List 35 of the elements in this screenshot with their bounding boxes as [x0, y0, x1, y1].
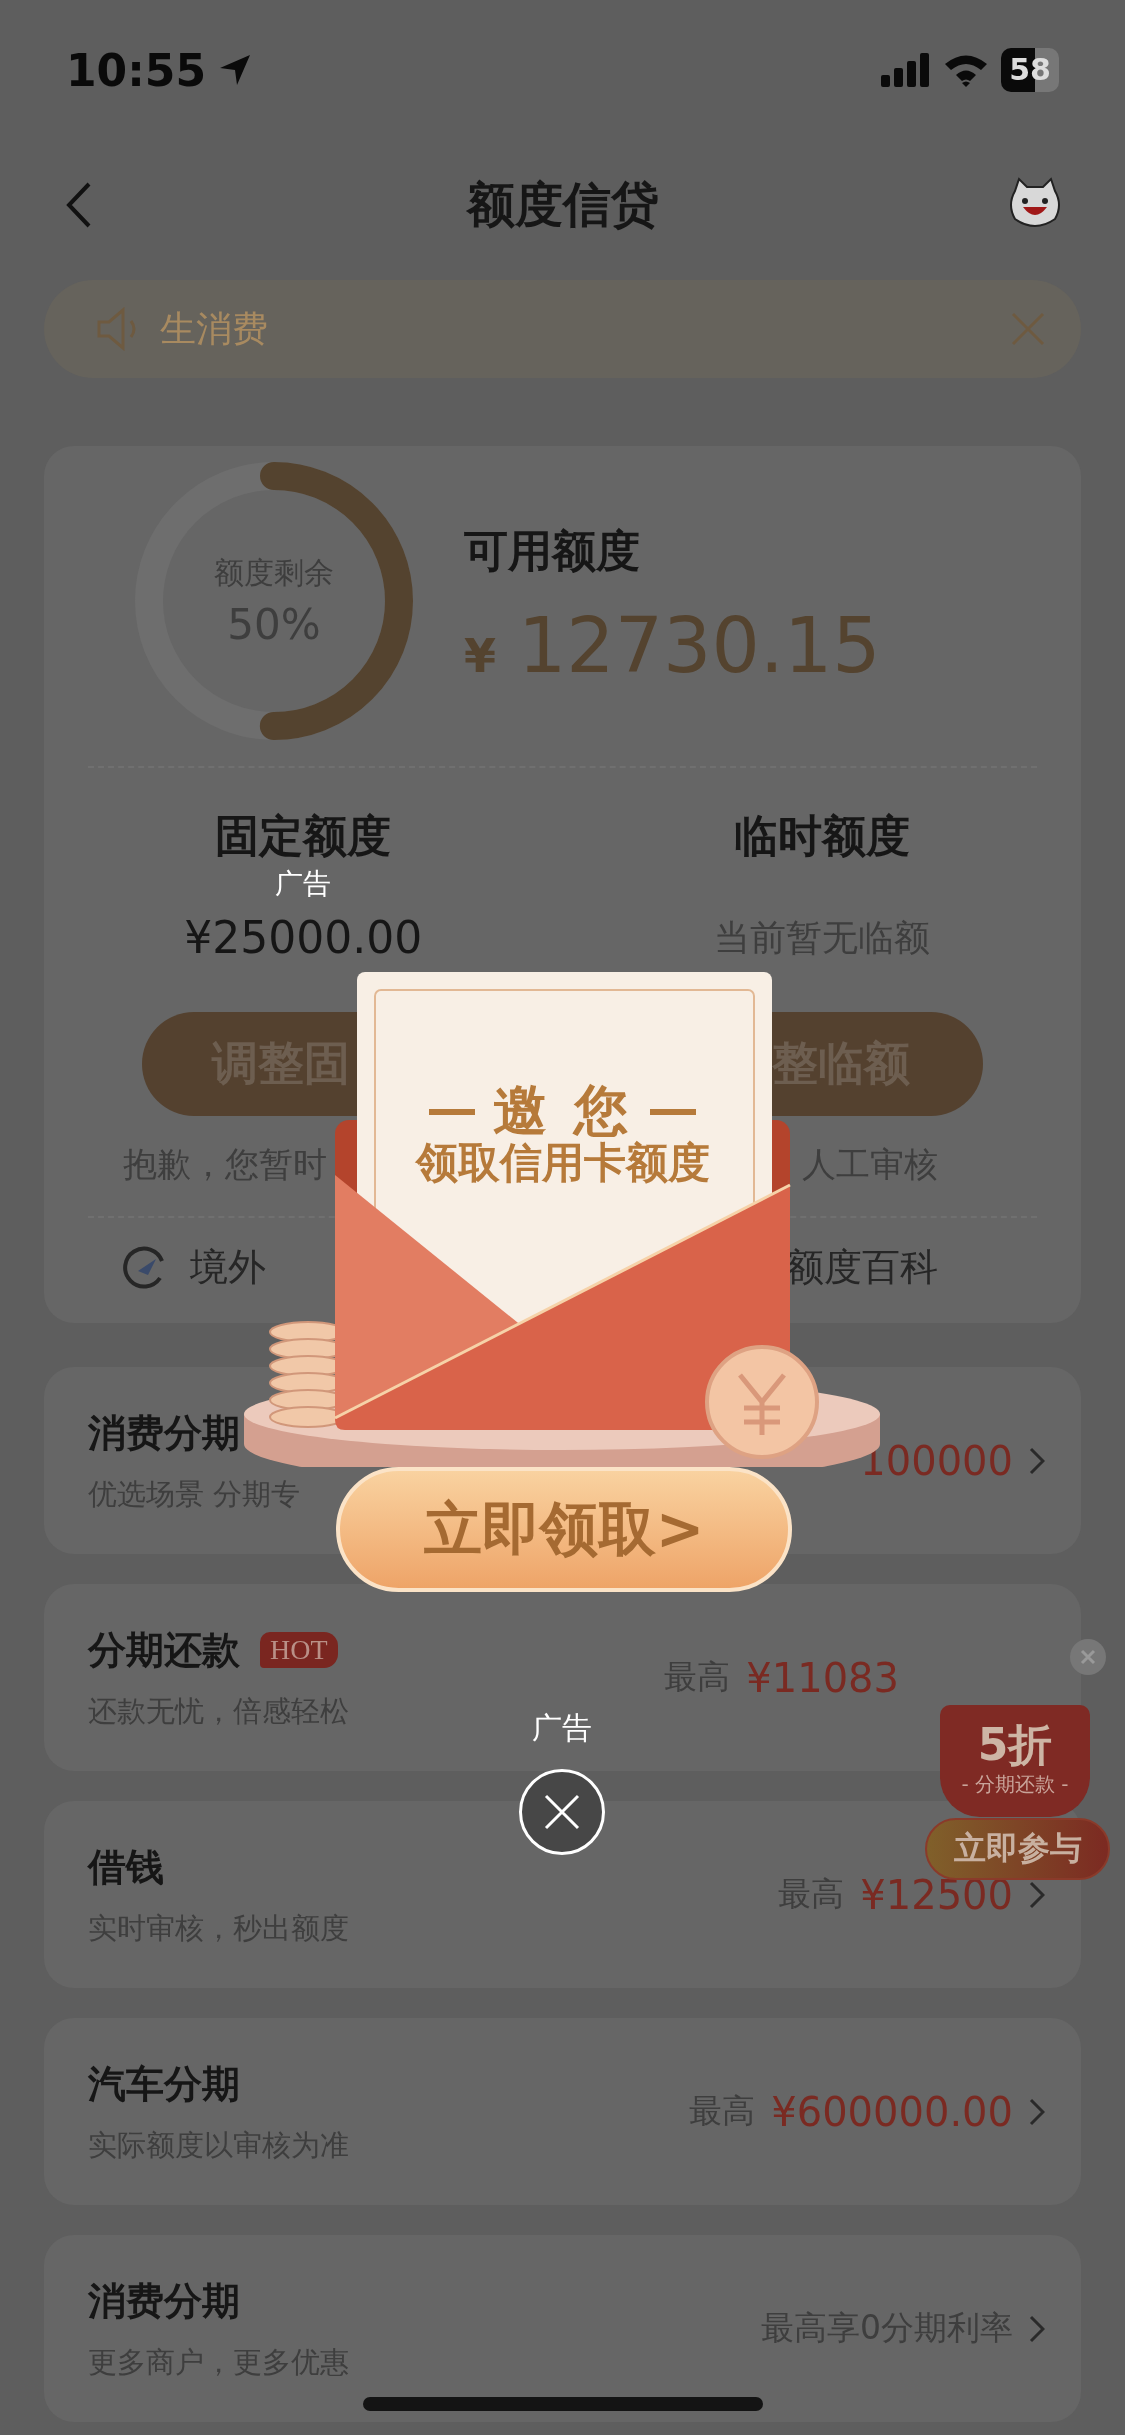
product-title: 汽车分期	[88, 2060, 240, 2108]
link-item[interactable]: 额度百科	[786, 1242, 938, 1293]
battery-icon: 58	[1001, 48, 1059, 92]
limit-amount: 100000	[860, 1437, 1013, 1484]
signal-icon	[881, 53, 932, 87]
notice-text: 生消费	[160, 306, 269, 351]
page-title: 额度信贷	[466, 176, 659, 232]
currency-sign: ¥	[464, 629, 496, 683]
fixed-limit-title: 固定额度	[215, 809, 392, 863]
discount-text: 5折	[977, 1719, 1053, 1771]
ad-label: 广告	[532, 1709, 592, 1747]
status-time: 10:55	[66, 44, 207, 96]
promo-bag[interactable]: 5折 - 分期还款 -	[940, 1705, 1090, 1817]
product-title: 分期还款	[88, 1626, 240, 1674]
product-title: 消费分期	[88, 1409, 240, 1457]
join-button[interactable]: 立即参与	[925, 1818, 1110, 1880]
available-label: 可用额度	[464, 524, 641, 578]
temporary-limit-title: 临时额度	[733, 809, 910, 863]
available-amount: 12730.15	[518, 601, 881, 690]
ad-label: 广告	[275, 866, 332, 902]
link-item[interactable]: 境外	[122, 1242, 266, 1293]
hot-tag: HOT	[260, 1631, 338, 1668]
notice-bar[interactable]: 生消费	[44, 280, 1081, 378]
product-title: 消费分期	[88, 2277, 240, 2325]
location-arrow-icon	[218, 53, 253, 87]
claim-button[interactable]: 立即领取>	[336, 1467, 792, 1592]
close-icon	[542, 1792, 582, 1832]
limit-amount: ¥11083	[746, 1654, 899, 1701]
back-icon[interactable]	[66, 182, 92, 228]
fixed-limit-amount: ¥25000.00	[184, 911, 423, 965]
product-title: 借钱	[88, 1843, 164, 1891]
wifi-icon	[943, 53, 990, 87]
close-icon	[1080, 1649, 1096, 1665]
promo-caption: - 分期还款 -	[961, 1771, 1069, 1798]
limit-amount: ¥600000.00	[771, 2088, 1013, 2135]
